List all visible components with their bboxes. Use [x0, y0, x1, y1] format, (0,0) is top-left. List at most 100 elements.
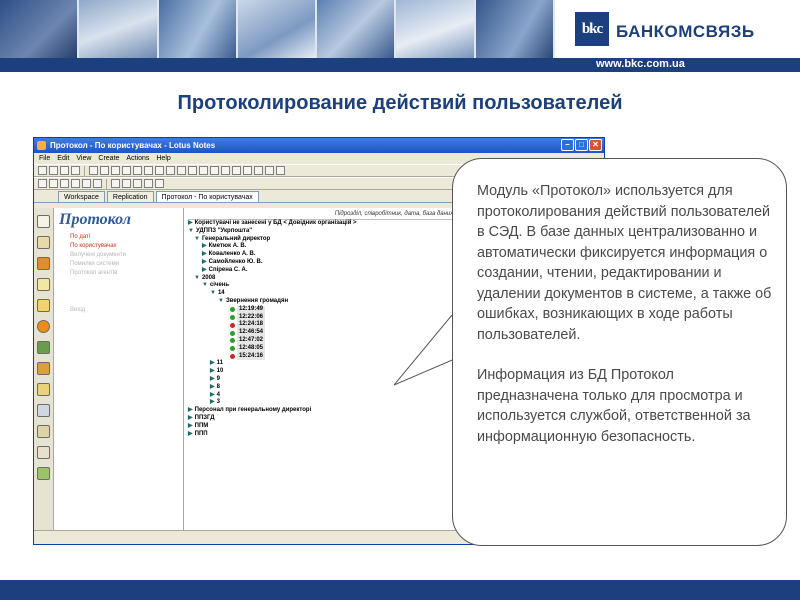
nav-item-system-errors[interactable]: Помилки системи	[70, 260, 179, 269]
folder-icon[interactable]	[37, 362, 50, 375]
twistie-collapsed-icon[interactable]: ▶	[210, 368, 215, 376]
toolbar-button-icon[interactable]	[122, 166, 131, 175]
banner-photo	[237, 0, 318, 58]
back-icon[interactable]	[111, 179, 120, 188]
nav-item-agent-log[interactable]: Протокол агентів	[70, 269, 179, 278]
forward-icon[interactable]	[122, 179, 131, 188]
toolbar-button-icon[interactable]	[71, 166, 80, 175]
twistie-collapsed-icon[interactable]: ▶	[210, 360, 215, 368]
toolbar-button-icon[interactable]	[100, 166, 109, 175]
tree-row-label: 12:48:05	[237, 344, 266, 353]
search-icon[interactable]	[155, 179, 164, 188]
toolbar-button-icon[interactable]	[60, 166, 69, 175]
twistie-expanded-icon[interactable]: ▼	[194, 275, 200, 283]
tree-row-label: 14	[217, 290, 225, 297]
twistie-collapsed-icon[interactable]: ▶	[210, 384, 215, 392]
nav-item-deleted-documents[interactable]: Вилучені документи	[70, 251, 179, 260]
toolbar-button-icon[interactable]	[221, 166, 230, 175]
tree-row-label: Користувачі не занесені у БД < Довідник …	[194, 220, 357, 226]
toolbar-button-icon[interactable]	[93, 179, 102, 188]
toolbar-button-icon[interactable]	[232, 166, 241, 175]
tree-row-label: 10	[216, 368, 224, 375]
twistie-expanded-icon[interactable]: ▼	[210, 290, 216, 298]
menu-view[interactable]: View	[76, 153, 91, 164]
menu-edit[interactable]: Edit	[57, 153, 69, 164]
tab-protocol-by-users[interactable]: Протокол - По користувачах	[155, 191, 259, 202]
folder-icon[interactable]	[37, 425, 50, 438]
close-icon[interactable]: ✕	[589, 139, 602, 151]
mail-icon[interactable]	[37, 215, 50, 228]
tree-row-label: УДППЗ "Укрпошта"	[195, 227, 253, 234]
nav-item-exit[interactable]: Вихід	[70, 306, 179, 315]
twistie-collapsed-icon[interactable]: ▶	[210, 399, 215, 407]
folder-icon[interactable]	[37, 383, 50, 396]
site-url[interactable]: www.bkc.com.ua	[596, 58, 685, 70]
twistie-expanded-icon[interactable]: ▼	[194, 236, 200, 244]
toolbar-button-icon[interactable]	[166, 166, 175, 175]
menu-help[interactable]: Help	[156, 153, 170, 164]
tree-row-label: 4	[216, 391, 220, 398]
twistie-collapsed-icon[interactable]: ▶	[202, 267, 207, 275]
stop-icon[interactable]	[133, 179, 142, 188]
tree-row-label: Персонал при генеральному директорі	[194, 407, 312, 414]
twistie-expanded-icon[interactable]: ▼	[202, 282, 208, 290]
toolbar-button-icon[interactable]	[111, 166, 120, 175]
toolbar-button-icon[interactable]	[144, 166, 153, 175]
home-icon[interactable]	[144, 179, 153, 188]
toolbar-button-icon[interactable]	[265, 166, 274, 175]
twistie-collapsed-icon[interactable]: ▶	[210, 376, 215, 384]
twistie-collapsed-icon[interactable]: ▶	[202, 259, 207, 267]
toolbar-button-icon[interactable]	[155, 166, 164, 175]
toolbar-button-icon[interactable]	[243, 166, 252, 175]
toolbar-button-icon[interactable]	[133, 166, 142, 175]
toolbar-button-icon[interactable]	[38, 166, 47, 175]
photo-strip	[0, 0, 555, 58]
nav-item-by-users[interactable]: По користувачах	[70, 242, 179, 251]
toolbar-button-icon[interactable]	[49, 179, 58, 188]
nav-title: Протокол	[59, 211, 131, 228]
twistie-collapsed-icon[interactable]: ▶	[188, 423, 193, 431]
toolbar-button-icon[interactable]	[210, 166, 219, 175]
toolbar-button-icon[interactable]	[177, 166, 186, 175]
tree-row-label: Генеральний директор	[201, 235, 271, 242]
menu-file[interactable]: File	[39, 153, 50, 164]
twistie-expanded-icon[interactable]: ▼	[188, 228, 194, 236]
tree-row-label: 12:47:02	[237, 336, 266, 345]
maximize-icon[interactable]: □	[575, 139, 588, 151]
favorites-icon[interactable]	[37, 320, 50, 333]
toolbar-button-icon[interactable]	[49, 166, 58, 175]
toolbar-button-icon[interactable]	[89, 166, 98, 175]
toolbar-button-icon[interactable]	[60, 179, 69, 188]
toolbar-button-icon[interactable]	[199, 166, 208, 175]
twistie-collapsed-icon[interactable]: ▶	[188, 220, 193, 228]
todo-icon[interactable]	[37, 278, 50, 291]
tab-replication[interactable]: Replication	[106, 191, 154, 202]
toolbar-button-icon[interactable]	[38, 179, 47, 188]
menu-create[interactable]: Create	[98, 153, 119, 164]
databases-icon[interactable]	[37, 341, 50, 354]
footer-bar	[0, 580, 800, 600]
minimize-icon[interactable]: –	[561, 139, 574, 151]
address-book-icon[interactable]	[37, 257, 50, 270]
twistie-collapsed-icon[interactable]: ▶	[188, 415, 193, 423]
replicator-icon[interactable]	[37, 299, 50, 312]
tree-row-label: 12:22:06	[237, 313, 266, 322]
toolbar-button-icon[interactable]	[71, 179, 80, 188]
twistie-collapsed-icon[interactable]: ▶	[202, 251, 207, 259]
twistie-collapsed-icon[interactable]: ▶	[188, 407, 193, 415]
tab-workspace[interactable]: Workspace	[58, 191, 105, 202]
calendar-icon[interactable]	[37, 236, 50, 249]
menu-actions[interactable]: Actions	[126, 153, 149, 164]
window-titlebar[interactable]: Протокол - По користувачах - Lotus Notes…	[34, 138, 604, 153]
folder-icon[interactable]	[37, 446, 50, 459]
slide-title: Протоколирование действий пользователей	[177, 92, 623, 114]
toolbar-button-icon[interactable]	[254, 166, 263, 175]
toolbar-button-icon[interactable]	[276, 166, 285, 175]
nav-item-by-date[interactable]: По даті	[70, 233, 179, 242]
folder-icon[interactable]	[37, 404, 50, 417]
twistie-expanded-icon[interactable]: ▼	[218, 298, 224, 306]
toolbar-button-icon[interactable]	[188, 166, 197, 175]
toolbar-button-icon[interactable]	[82, 179, 91, 188]
twistie-collapsed-icon[interactable]: ▶	[188, 431, 193, 439]
tools-icon[interactable]	[37, 467, 50, 480]
